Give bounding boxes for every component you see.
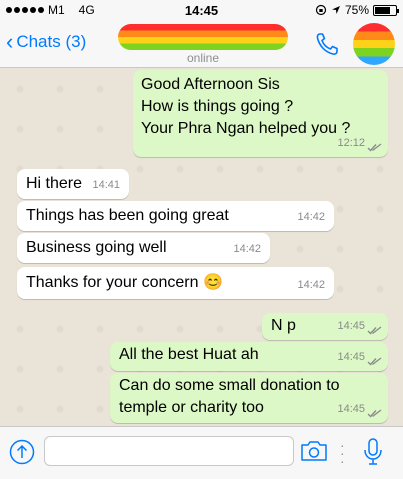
message-text: Business going well [26, 239, 167, 256]
read-receipt-icon [367, 357, 382, 366]
message-time: 12:12 [337, 137, 365, 149]
orientation-lock-icon [315, 4, 327, 16]
back-button[interactable]: ‹ Chats (3) [6, 29, 87, 54]
message-bubble-outgoing[interactable]: All the best Huat ah 14:45 [110, 342, 388, 371]
message-bubble-incoming[interactable]: Hi there 14:41 [17, 169, 129, 199]
message-bubble-outgoing[interactable]: Can do some small donation to temple or … [110, 373, 388, 423]
message-time: 14:45 [337, 351, 365, 363]
message-time: 14:42 [297, 211, 325, 223]
message-text: All the best Huat ah [119, 346, 259, 363]
chat-header: ‹ Chats (3) online [0, 20, 403, 68]
message-bubble-incoming[interactable]: Thanks for your concern 😊 14:42 [17, 267, 334, 299]
message-time: 14:41 [92, 179, 120, 191]
back-label: Chats (3) [16, 32, 87, 51]
phone-icon[interactable] [314, 31, 342, 57]
contact-status: online [186, 51, 220, 65]
battery-icon [373, 4, 399, 16]
status-bar: M1 4G 14:45 75% [0, 0, 403, 20]
message-text: Can do some small donation to temple or … [119, 377, 340, 416]
message-bubble-outgoing[interactable]: N p 14:45 [262, 313, 388, 340]
message-time: 14:42 [233, 243, 261, 255]
message-list[interactable]: Good Afternoon Sis How is things going ?… [0, 69, 403, 426]
location-arrow-icon [331, 6, 340, 14]
message-text: Things has been going great [26, 207, 229, 224]
message-text: Hi there [26, 175, 83, 192]
microphone-icon[interactable] [362, 437, 384, 467]
message-input[interactable] [44, 436, 294, 466]
message-bubble-outgoing[interactable]: Good Afternoon Sis How is things going ?… [133, 70, 388, 157]
camera-icon[interactable] [300, 440, 328, 462]
read-receipt-icon [367, 409, 382, 418]
message-time: 14:42 [297, 279, 325, 291]
status-right: 75% [315, 3, 399, 17]
read-receipt-icon [367, 143, 382, 152]
battery-percent: 75% [344, 3, 369, 17]
message-time: 14:45 [337, 320, 365, 332]
divider-icon: · · · [340, 437, 345, 469]
message-bubble-incoming[interactable]: Business going well 14:42 [17, 233, 270, 263]
message-text: N p [271, 317, 296, 334]
avatar[interactable] [353, 23, 395, 65]
composer-bar: · · · [0, 426, 403, 479]
contact-name-redacted[interactable] [118, 24, 288, 50]
arrow-up-circle-icon[interactable] [9, 439, 35, 465]
chevron-left-icon: ‹ [6, 29, 14, 54]
message-bubble-incoming[interactable]: Things has been going great 14:42 [17, 201, 334, 231]
message-time: 14:45 [337, 403, 365, 415]
message-text: Thanks for your concern 😊 [26, 274, 223, 291]
message-text: Good Afternoon Sis How is things going ?… [141, 76, 351, 137]
read-receipt-icon [367, 326, 382, 335]
